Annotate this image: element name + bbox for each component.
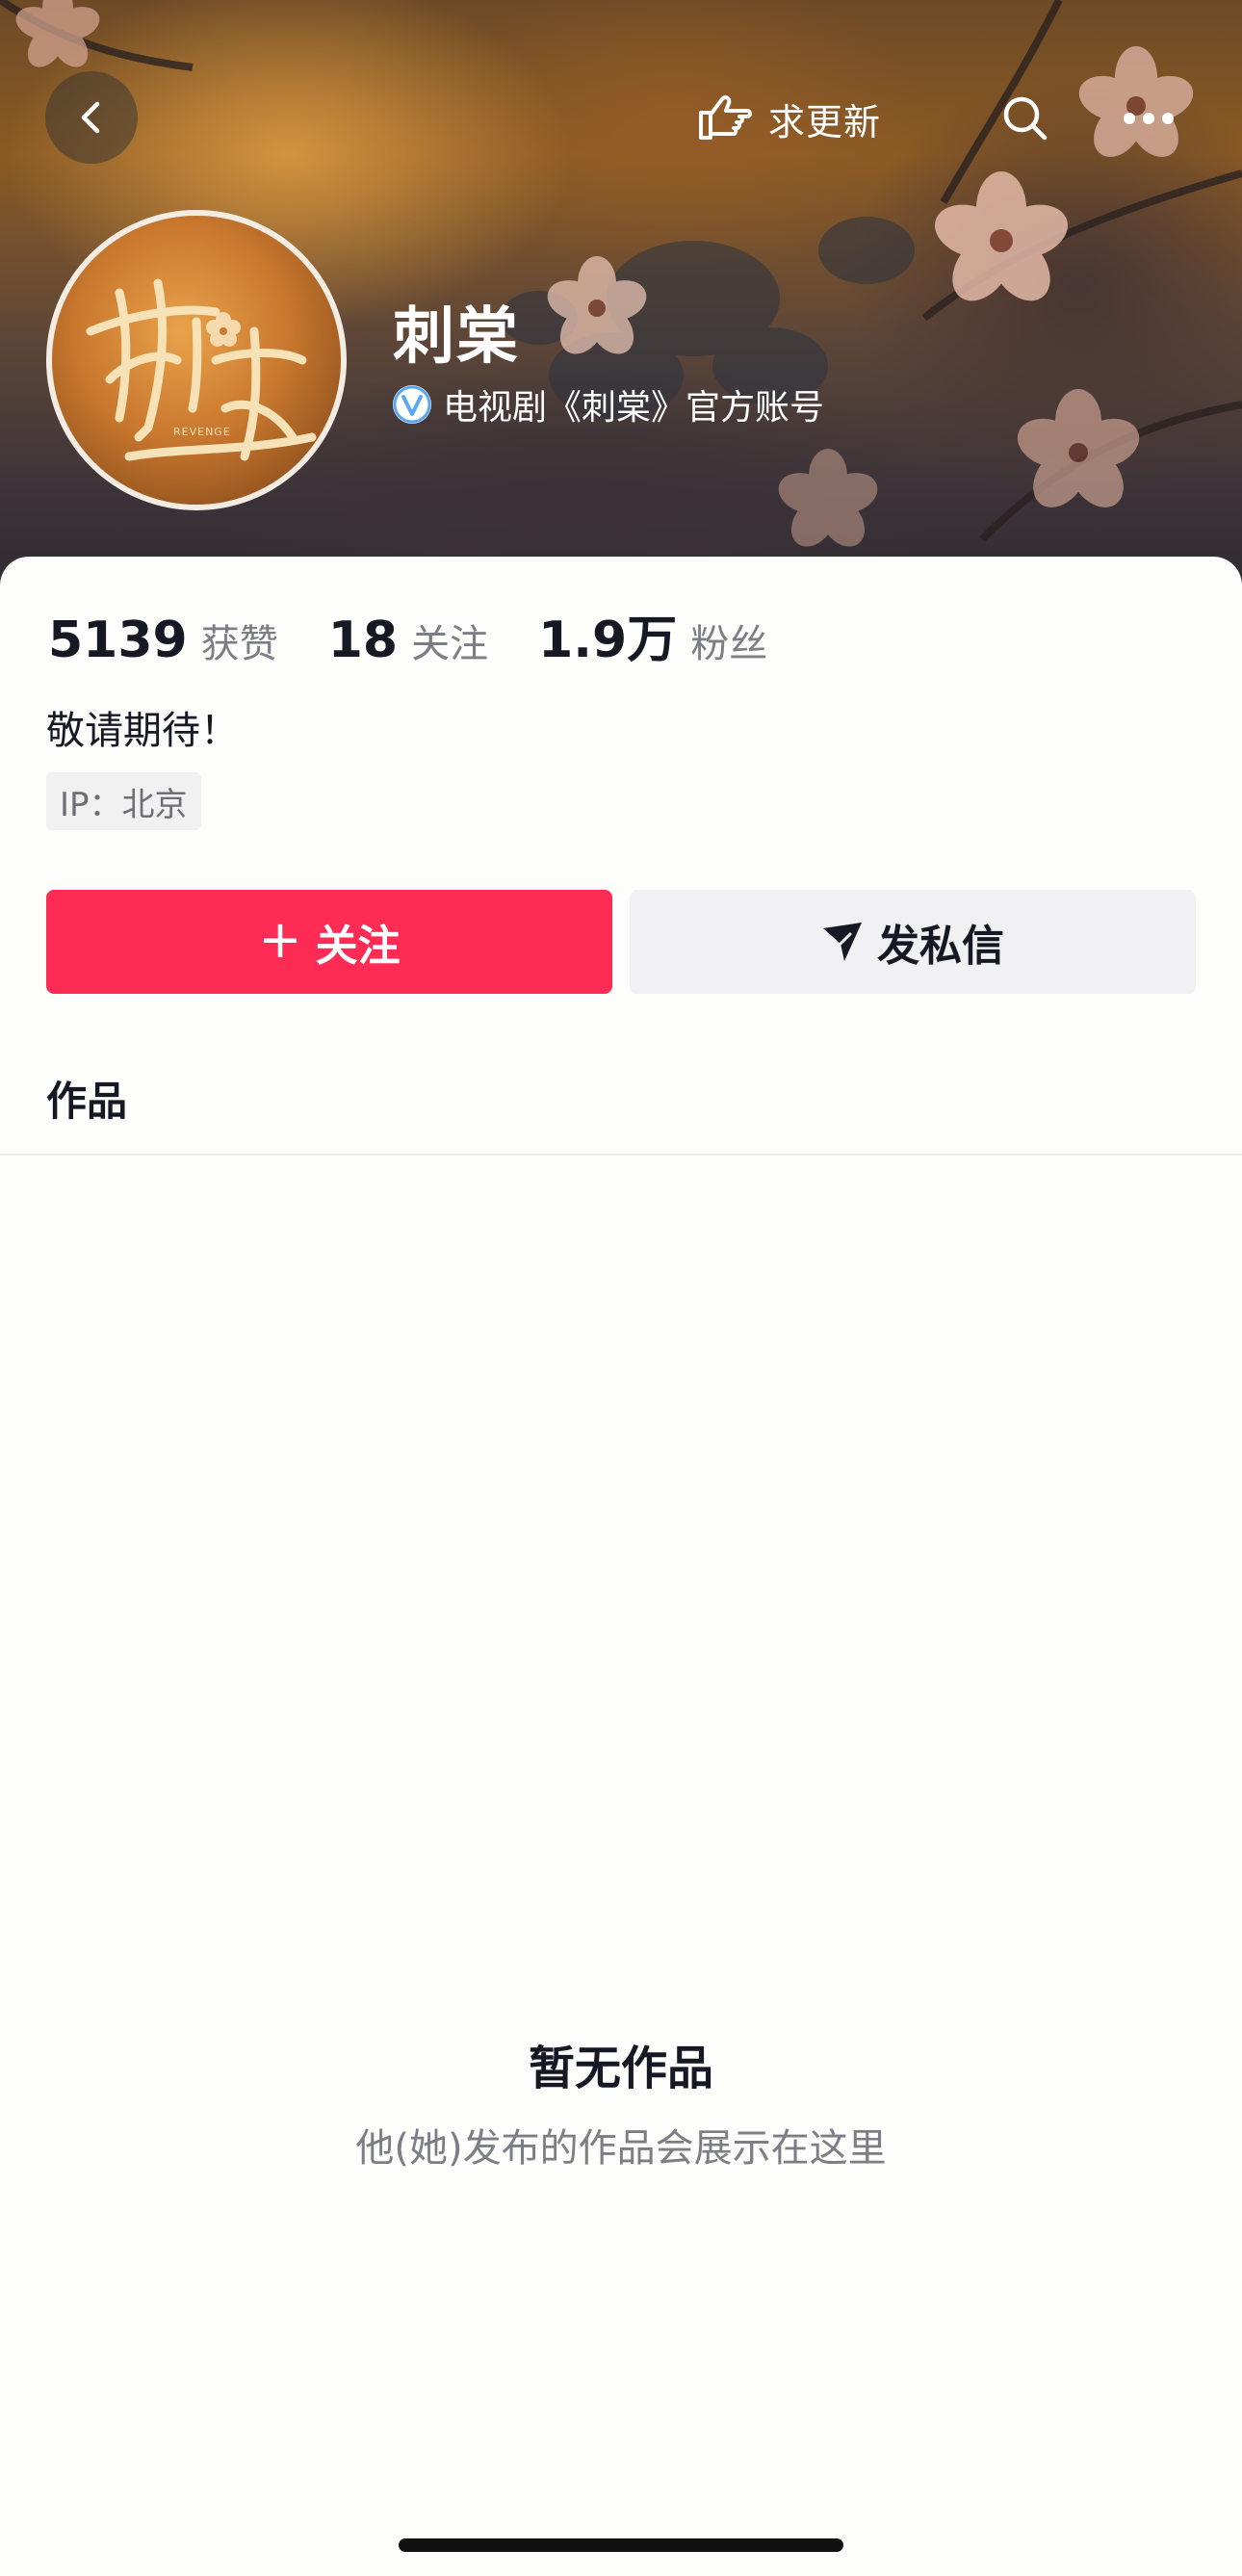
profile-banner: 求更新 REVENGE 刺棠 电视剧《刺棠》官方账号 bbox=[0, 0, 1242, 616]
follow-button[interactable]: + 关注 bbox=[46, 890, 612, 994]
stat-likes[interactable]: 5139 获赞 bbox=[48, 611, 278, 669]
plus-icon: + bbox=[258, 909, 302, 970]
back-icon bbox=[81, 101, 100, 134]
action-buttons: + 关注 发私信 bbox=[46, 890, 1196, 994]
follow-button-label: 关注 bbox=[315, 922, 401, 971]
stat-following-label: 关注 bbox=[411, 622, 489, 666]
profile-bio: 敬请期待！ bbox=[46, 709, 239, 753]
send-message-button[interactable]: 发私信 bbox=[630, 890, 1196, 994]
tab-divider bbox=[0, 1154, 1242, 1156]
ip-location-tag: IP：北京 bbox=[46, 772, 201, 830]
more-button[interactable] bbox=[1115, 85, 1182, 152]
request-update-button[interactable]: 求更新 bbox=[695, 85, 881, 152]
avatar-logo-text: REVENGE bbox=[173, 426, 231, 438]
stat-likes-value: 5139 bbox=[48, 611, 188, 669]
send-icon bbox=[823, 923, 862, 961]
avatar-calligraphy-logo: REVENGE bbox=[86, 278, 317, 461]
stats-row: 5139 获赞 18 关注 1.9万 粉丝 bbox=[48, 599, 817, 671]
tab-works[interactable]: 作品 bbox=[46, 1069, 127, 1128]
back-button[interactable] bbox=[45, 71, 138, 164]
stat-following[interactable]: 18 关注 bbox=[328, 611, 488, 669]
verification-text: 电视剧《刺棠》官方账号 bbox=[443, 388, 825, 428]
stat-followers-label: 粉丝 bbox=[690, 622, 768, 666]
profile-content: 5139 获赞 18 关注 1.9万 粉丝 敬请期待！ IP：北京 + 关注 发… bbox=[0, 557, 1242, 2576]
request-update-label: 求更新 bbox=[768, 100, 882, 143]
profile-page: 求更新 REVENGE 刺棠 电视剧《刺棠》官方账号 5139 获赞 18 关注… bbox=[0, 0, 1242, 2576]
search-button[interactable] bbox=[992, 85, 1059, 152]
verified-icon bbox=[393, 385, 431, 424]
stat-likes-label: 获赞 bbox=[200, 622, 278, 666]
search-icon bbox=[1003, 96, 1048, 141]
pointing-hand-icon bbox=[699, 95, 752, 140]
profile-name: 刺棠 bbox=[393, 301, 520, 373]
more-icon bbox=[1124, 113, 1174, 124]
stat-following-value: 18 bbox=[327, 611, 399, 669]
stat-followers[interactable]: 1.9万 粉丝 bbox=[538, 599, 767, 671]
empty-state-title: 暂无作品 bbox=[528, 2042, 713, 2095]
verification-row: 电视剧《刺棠》官方账号 bbox=[393, 379, 824, 429]
stat-followers-value: 1.9万 bbox=[538, 611, 678, 669]
empty-state-subtitle: 他(她)发布的作品会展示在这里 bbox=[355, 2126, 887, 2171]
home-indicator[interactable] bbox=[399, 2538, 843, 2552]
avatar[interactable]: REVENGE bbox=[46, 210, 347, 510]
send-message-label: 发私信 bbox=[877, 922, 1004, 971]
